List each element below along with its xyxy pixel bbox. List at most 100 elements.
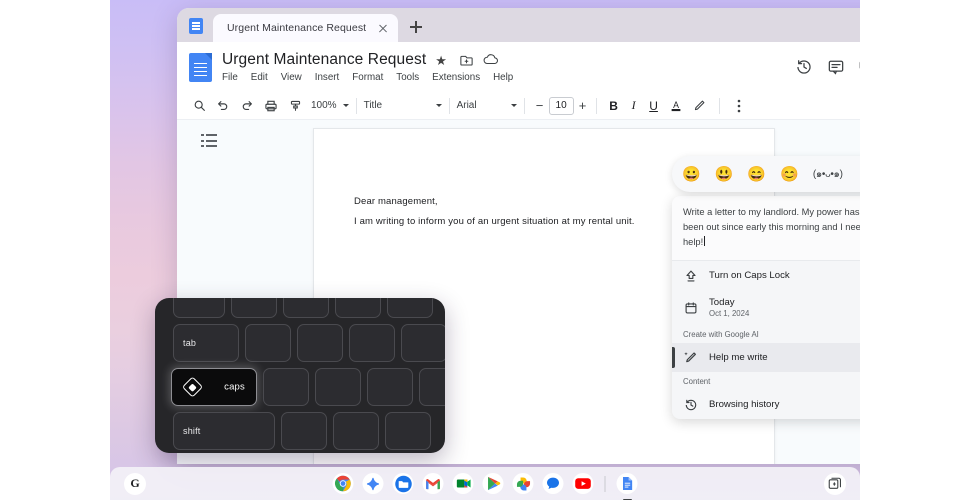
font-family-select[interactable]: Arial (457, 100, 517, 111)
keyboard-key[interactable] (281, 412, 327, 450)
menu-file[interactable]: File (222, 72, 238, 83)
keyboard-key[interactable] (231, 298, 277, 318)
keyboard-key-caps-lock[interactable]: caps (171, 368, 257, 406)
browser-tab[interactable]: Urgent Maintenance Request (213, 14, 398, 42)
keyboard-key[interactable] (263, 368, 309, 406)
font-size-stepper: − 10 + (534, 96, 589, 115)
keyboard-key-tab[interactable]: tab (173, 324, 239, 362)
more-options-icon[interactable] (727, 95, 751, 117)
zoom-chevron-down-icon[interactable] (342, 104, 349, 107)
close-icon[interactable] (376, 21, 390, 35)
font-size-increase-button[interactable]: + (577, 98, 589, 113)
font-size-input[interactable]: 10 (548, 96, 574, 115)
keyboard-key[interactable] (385, 412, 431, 450)
caps-lock-diamond-icon (181, 376, 204, 398)
menu-item-label: Today (709, 297, 735, 308)
shelf-app-gemini[interactable] (362, 473, 384, 494)
menu-edit[interactable]: Edit (251, 72, 268, 83)
toolbar-divider (595, 97, 597, 114)
prompt-input[interactable]: Write a letter to my landlord. My power … (672, 196, 860, 261)
keyboard-key[interactable] (315, 368, 361, 406)
document-title[interactable]: Urgent Maintenance Request (222, 51, 426, 69)
emoji-suggestion[interactable]: 😃 (715, 167, 734, 182)
magic-pen-icon (683, 350, 698, 365)
section-header-content: Content (683, 377, 711, 386)
font-size-decrease-button[interactable]: − (534, 98, 546, 113)
prompt-input-text: Write a letter to my landlord. My power … (683, 207, 860, 247)
version-history-icon[interactable] (795, 58, 813, 76)
document-outline-icon[interactable] (201, 134, 217, 148)
keyboard-key[interactable] (297, 324, 343, 362)
text-color-icon[interactable]: A (664, 95, 688, 117)
underline-button[interactable]: U (644, 99, 664, 113)
keyboard-key[interactable] (401, 324, 445, 362)
emoji-suggestion[interactable]: 😄 (747, 167, 766, 182)
docs-favicon-icon (189, 18, 203, 34)
kaomoji-suggestion[interactable]: (๑•ᴗ•๑) (813, 167, 843, 182)
print-icon[interactable] (259, 95, 283, 117)
star-icon[interactable]: ★ (435, 53, 450, 68)
shelf-app-messages[interactable] (542, 473, 564, 494)
menu-format[interactable]: Format (352, 72, 383, 83)
paragraph-style-select[interactable]: Title (364, 100, 442, 111)
keyboard-key[interactable] (173, 298, 225, 318)
shelf-app-gmail[interactable] (422, 473, 444, 494)
keyboard-key[interactable] (335, 298, 381, 318)
chevron-down-icon (510, 104, 517, 107)
menu-item-today[interactable]: Today Oct 1, 2024 (672, 290, 860, 325)
tab-strip: Urgent Maintenance Request (177, 8, 860, 42)
toolbar-divider (718, 97, 720, 114)
keyboard-key[interactable] (349, 324, 395, 362)
shelf-app-chrome[interactable] (332, 473, 354, 494)
menu-insert[interactable]: Insert (315, 72, 340, 83)
paragraph-style-value: Title (363, 100, 383, 111)
shelf-app-docs[interactable] (616, 473, 638, 494)
search-icon[interactable] (187, 95, 211, 117)
menu-item-label: Help me write (709, 352, 768, 363)
toolbar-divider (523, 97, 525, 114)
menu-item-browsing-history[interactable]: Browsing history (672, 390, 860, 419)
highlight-pen-icon[interactable] (688, 95, 712, 117)
docs-header: Urgent Maintenance Request ★ File Edit V… (177, 42, 860, 92)
cloud-saved-icon[interactable] (483, 53, 499, 68)
new-tab-icon[interactable] (404, 15, 428, 39)
keyboard-key[interactable] (367, 368, 413, 406)
docs-header-actions: Share (795, 53, 860, 81)
meet-camera-icon[interactable] (859, 58, 860, 76)
emoji-suggestion[interactable]: 😀 (682, 167, 701, 182)
keyboard-key[interactable] (333, 412, 379, 450)
onscreen-keyboard: tab caps shift (155, 298, 445, 453)
menu-help[interactable]: Help (493, 72, 513, 83)
menu-item-help-me-write[interactable]: Help me write ✦⌄ (672, 343, 860, 372)
undo-icon[interactable] (211, 95, 235, 117)
paint-format-icon[interactable] (283, 95, 307, 117)
keyboard-key[interactable] (283, 298, 329, 318)
shelf-app-youtube[interactable] (572, 473, 594, 494)
italic-button[interactable]: I (624, 98, 644, 113)
shelf-app-play-store[interactable] (482, 473, 504, 494)
emoji-suggestion[interactable]: 😊 (780, 167, 799, 182)
status-tray-button[interactable] (824, 472, 846, 495)
text-cursor (703, 236, 705, 246)
keyboard-key[interactable] (245, 324, 291, 362)
menu-tools[interactable]: Tools (396, 72, 419, 83)
shelf-divider (604, 475, 606, 492)
redo-icon[interactable] (235, 95, 259, 117)
bold-button[interactable]: B (604, 99, 624, 113)
launcher-button[interactable]: G (124, 472, 146, 495)
shelf-app-photos[interactable] (512, 473, 534, 494)
shelf-app-meet[interactable] (452, 473, 474, 494)
keyboard-key[interactable] (419, 368, 445, 406)
comment-icon[interactable] (827, 58, 845, 76)
screenshot-stage: Urgent Maintenance Request Urgent Mainte… (110, 0, 860, 500)
keyboard-key-shift[interactable]: shift (173, 412, 275, 450)
zoom-level[interactable]: 100% (311, 100, 337, 111)
document-paragraph: I am writing to inform you of an urgent … (354, 216, 635, 227)
move-to-folder-icon[interactable] (459, 53, 474, 68)
keyboard-key[interactable] (387, 298, 433, 318)
shelf-app-files[interactable] (392, 473, 414, 494)
menu-extensions[interactable]: Extensions (432, 72, 480, 83)
menu-view[interactable]: View (281, 72, 302, 83)
menu-item-caps-lock[interactable]: Turn on Caps Lock (672, 261, 860, 290)
chevron-down-icon (435, 104, 442, 107)
